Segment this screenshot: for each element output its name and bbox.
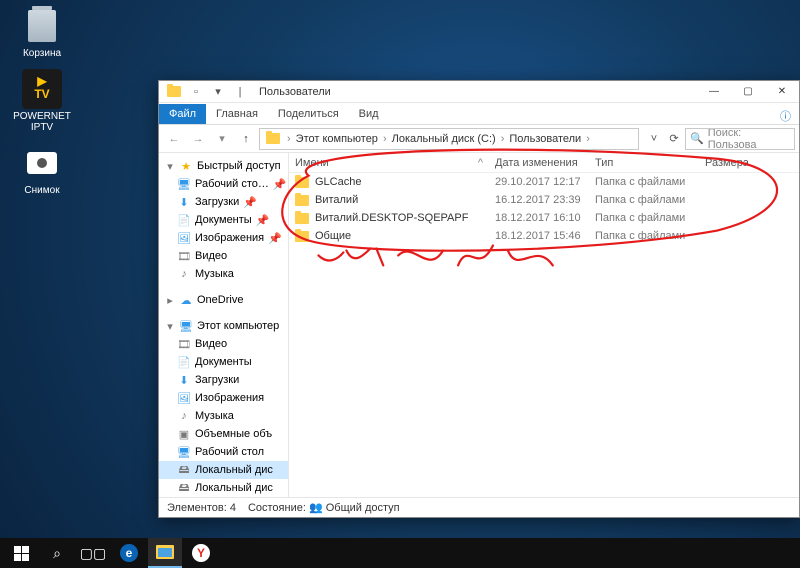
- desktop-icons: Корзина ▶TV POWERNET IPTV Снимок: [6, 6, 86, 206]
- windows-icon: [14, 546, 29, 561]
- qat-newfolder[interactable]: ▾: [209, 83, 227, 101]
- ribbon-tabs: Файл Главная Поделиться Вид ⓘ: [159, 103, 799, 125]
- file-list: Имени^ Дата изменения Тип Размера GLCach…: [289, 153, 799, 497]
- quick-access-toolbar: ▫ ▾ |: [159, 83, 255, 101]
- search-placeholder: Поиск: Пользова: [708, 128, 790, 150]
- file-explorer-window: ▫ ▾ | Пользователи — ▢ ✕ Файл Главная По…: [158, 80, 800, 518]
- nav-back[interactable]: ←: [163, 128, 185, 150]
- taskbar-edge[interactable]: e: [112, 538, 146, 568]
- column-headers[interactable]: Имени^ Дата изменения Тип Размера: [289, 153, 799, 173]
- taskbar[interactable]: ⌕ ▢▢ e Y: [0, 538, 800, 568]
- tv-icon: ▶TV: [22, 69, 62, 109]
- recycle-bin-label: Корзина: [6, 48, 78, 59]
- taskbar-search[interactable]: ⌕: [40, 538, 74, 568]
- folder-icon: [295, 195, 309, 206]
- nav-tree[interactable]: ▾★Быстрый доступ 🖥Рабочий сто…📌 ⬇Загрузк…: [159, 153, 289, 497]
- maximize-button[interactable]: ▢: [731, 81, 765, 103]
- yandex-icon: Y: [192, 544, 210, 562]
- qat-sep: |: [231, 83, 249, 101]
- tree-pc-drive-c[interactable]: 🖴Локальный дис: [159, 461, 288, 479]
- edge-icon: e: [120, 544, 138, 562]
- nav-history[interactable]: ▾: [211, 128, 233, 150]
- tree-pc-music[interactable]: ♪Музыка: [159, 407, 288, 425]
- table-row[interactable]: GLCache29.10.2017 12:17Папка с файлами: [289, 173, 799, 191]
- file-explorer-icon: [156, 545, 174, 559]
- tree-pc-drive-d[interactable]: 🖴Локальный дис: [159, 479, 288, 497]
- tree-music[interactable]: ♪Музыка: [159, 265, 288, 283]
- tree-pictures[interactable]: 🖼Изображения📌: [159, 229, 288, 247]
- folder-icon: [266, 133, 280, 144]
- iptv-shortcut[interactable]: ▶TV POWERNET IPTV: [6, 69, 78, 133]
- tree-pc-videos[interactable]: 🎞Видео: [159, 335, 288, 353]
- tree-pc-documents[interactable]: 📄Документы: [159, 353, 288, 371]
- snapshot-shortcut[interactable]: Снимок: [6, 143, 78, 196]
- tree-videos[interactable]: 🎞Видео: [159, 247, 288, 265]
- tree-pc-downloads[interactable]: ⬇Загрузки: [159, 371, 288, 389]
- camera-icon: [27, 152, 57, 174]
- tree-pc-pictures[interactable]: 🖼Изображения: [159, 389, 288, 407]
- tree-downloads[interactable]: ⬇Загрузки📌: [159, 193, 288, 211]
- snapshot-label: Снимок: [6, 185, 78, 196]
- addr-refresh-icon[interactable]: ⟳: [665, 130, 683, 148]
- tree-documents[interactable]: 📄Документы📌: [159, 211, 288, 229]
- crumb-drive[interactable]: Локальный диск (C:): [392, 133, 496, 145]
- taskbar-explorer[interactable]: [148, 538, 182, 568]
- tab-home[interactable]: Главная: [206, 104, 268, 124]
- tree-pc-desktop[interactable]: 🖥Рабочий стол: [159, 443, 288, 461]
- col-size[interactable]: Размера: [699, 157, 759, 169]
- tree-pc-3d[interactable]: ▣Объемные объ: [159, 425, 288, 443]
- iptv-label: POWERNET IPTV: [6, 111, 78, 133]
- crumb-thispc[interactable]: Этот компьютер: [296, 133, 378, 145]
- window-title: Пользователи: [255, 86, 331, 98]
- tree-onedrive[interactable]: ▸☁OneDrive: [159, 291, 288, 309]
- folder-icon: [295, 177, 309, 188]
- status-state: Состояние: 👥 Общий доступ: [248, 501, 400, 514]
- table-row[interactable]: Виталий.DESKTOP-SQEPAPF18.12.2017 16:10П…: [289, 209, 799, 227]
- navigation-bar: ← → ▾ ↑ › Этот компьютер › Локальный дис…: [159, 125, 799, 153]
- table-row[interactable]: Виталий16.12.2017 23:39Папка с файлами: [289, 191, 799, 209]
- qat-properties[interactable]: ▫: [187, 83, 205, 101]
- tab-view[interactable]: Вид: [349, 104, 389, 124]
- file-rows[interactable]: GLCache29.10.2017 12:17Папка с файламиВи…: [289, 173, 799, 497]
- tree-desktop[interactable]: 🖥Рабочий сто…📌: [159, 175, 288, 193]
- nav-up[interactable]: ↑: [235, 128, 257, 150]
- table-row[interactable]: Общие18.12.2017 15:46Папка с файлами: [289, 227, 799, 245]
- tree-this-pc[interactable]: ▾🖥Этот компьютер: [159, 317, 288, 335]
- folder-icon: [165, 83, 183, 101]
- start-button[interactable]: [4, 538, 38, 568]
- col-name[interactable]: Имени^: [289, 157, 489, 169]
- folder-icon: [295, 231, 309, 242]
- address-bar[interactable]: › Этот компьютер › Локальный диск (C:) ›…: [259, 128, 639, 150]
- minimize-button[interactable]: —: [697, 81, 731, 103]
- recycle-bin[interactable]: Корзина: [6, 6, 78, 59]
- status-count: Элементов: 4: [167, 502, 236, 514]
- search-box[interactable]: 🔍 Поиск: Пользова: [685, 128, 795, 150]
- tab-file[interactable]: Файл: [159, 104, 206, 124]
- task-view[interactable]: ▢▢: [76, 538, 110, 568]
- title-bar[interactable]: ▫ ▾ | Пользователи — ▢ ✕: [159, 81, 799, 103]
- crumb-folder[interactable]: Пользователи: [509, 133, 581, 145]
- addr-dropdown-icon[interactable]: ˅: [645, 130, 663, 148]
- taskbar-yandex[interactable]: Y: [184, 538, 218, 568]
- close-button[interactable]: ✕: [765, 81, 799, 103]
- search-icon: 🔍: [690, 132, 704, 145]
- col-type[interactable]: Тип: [589, 157, 699, 169]
- status-bar: Элементов: 4 Состояние: 👥 Общий доступ: [159, 497, 799, 517]
- folder-icon: [295, 213, 309, 224]
- tab-share[interactable]: Поделиться: [268, 104, 349, 124]
- col-date[interactable]: Дата изменения: [489, 157, 589, 169]
- trash-icon: [28, 10, 56, 42]
- ribbon-expand-icon[interactable]: ⓘ: [772, 108, 799, 124]
- nav-forward[interactable]: →: [187, 128, 209, 150]
- tree-quick-access[interactable]: ▾★Быстрый доступ: [159, 157, 288, 175]
